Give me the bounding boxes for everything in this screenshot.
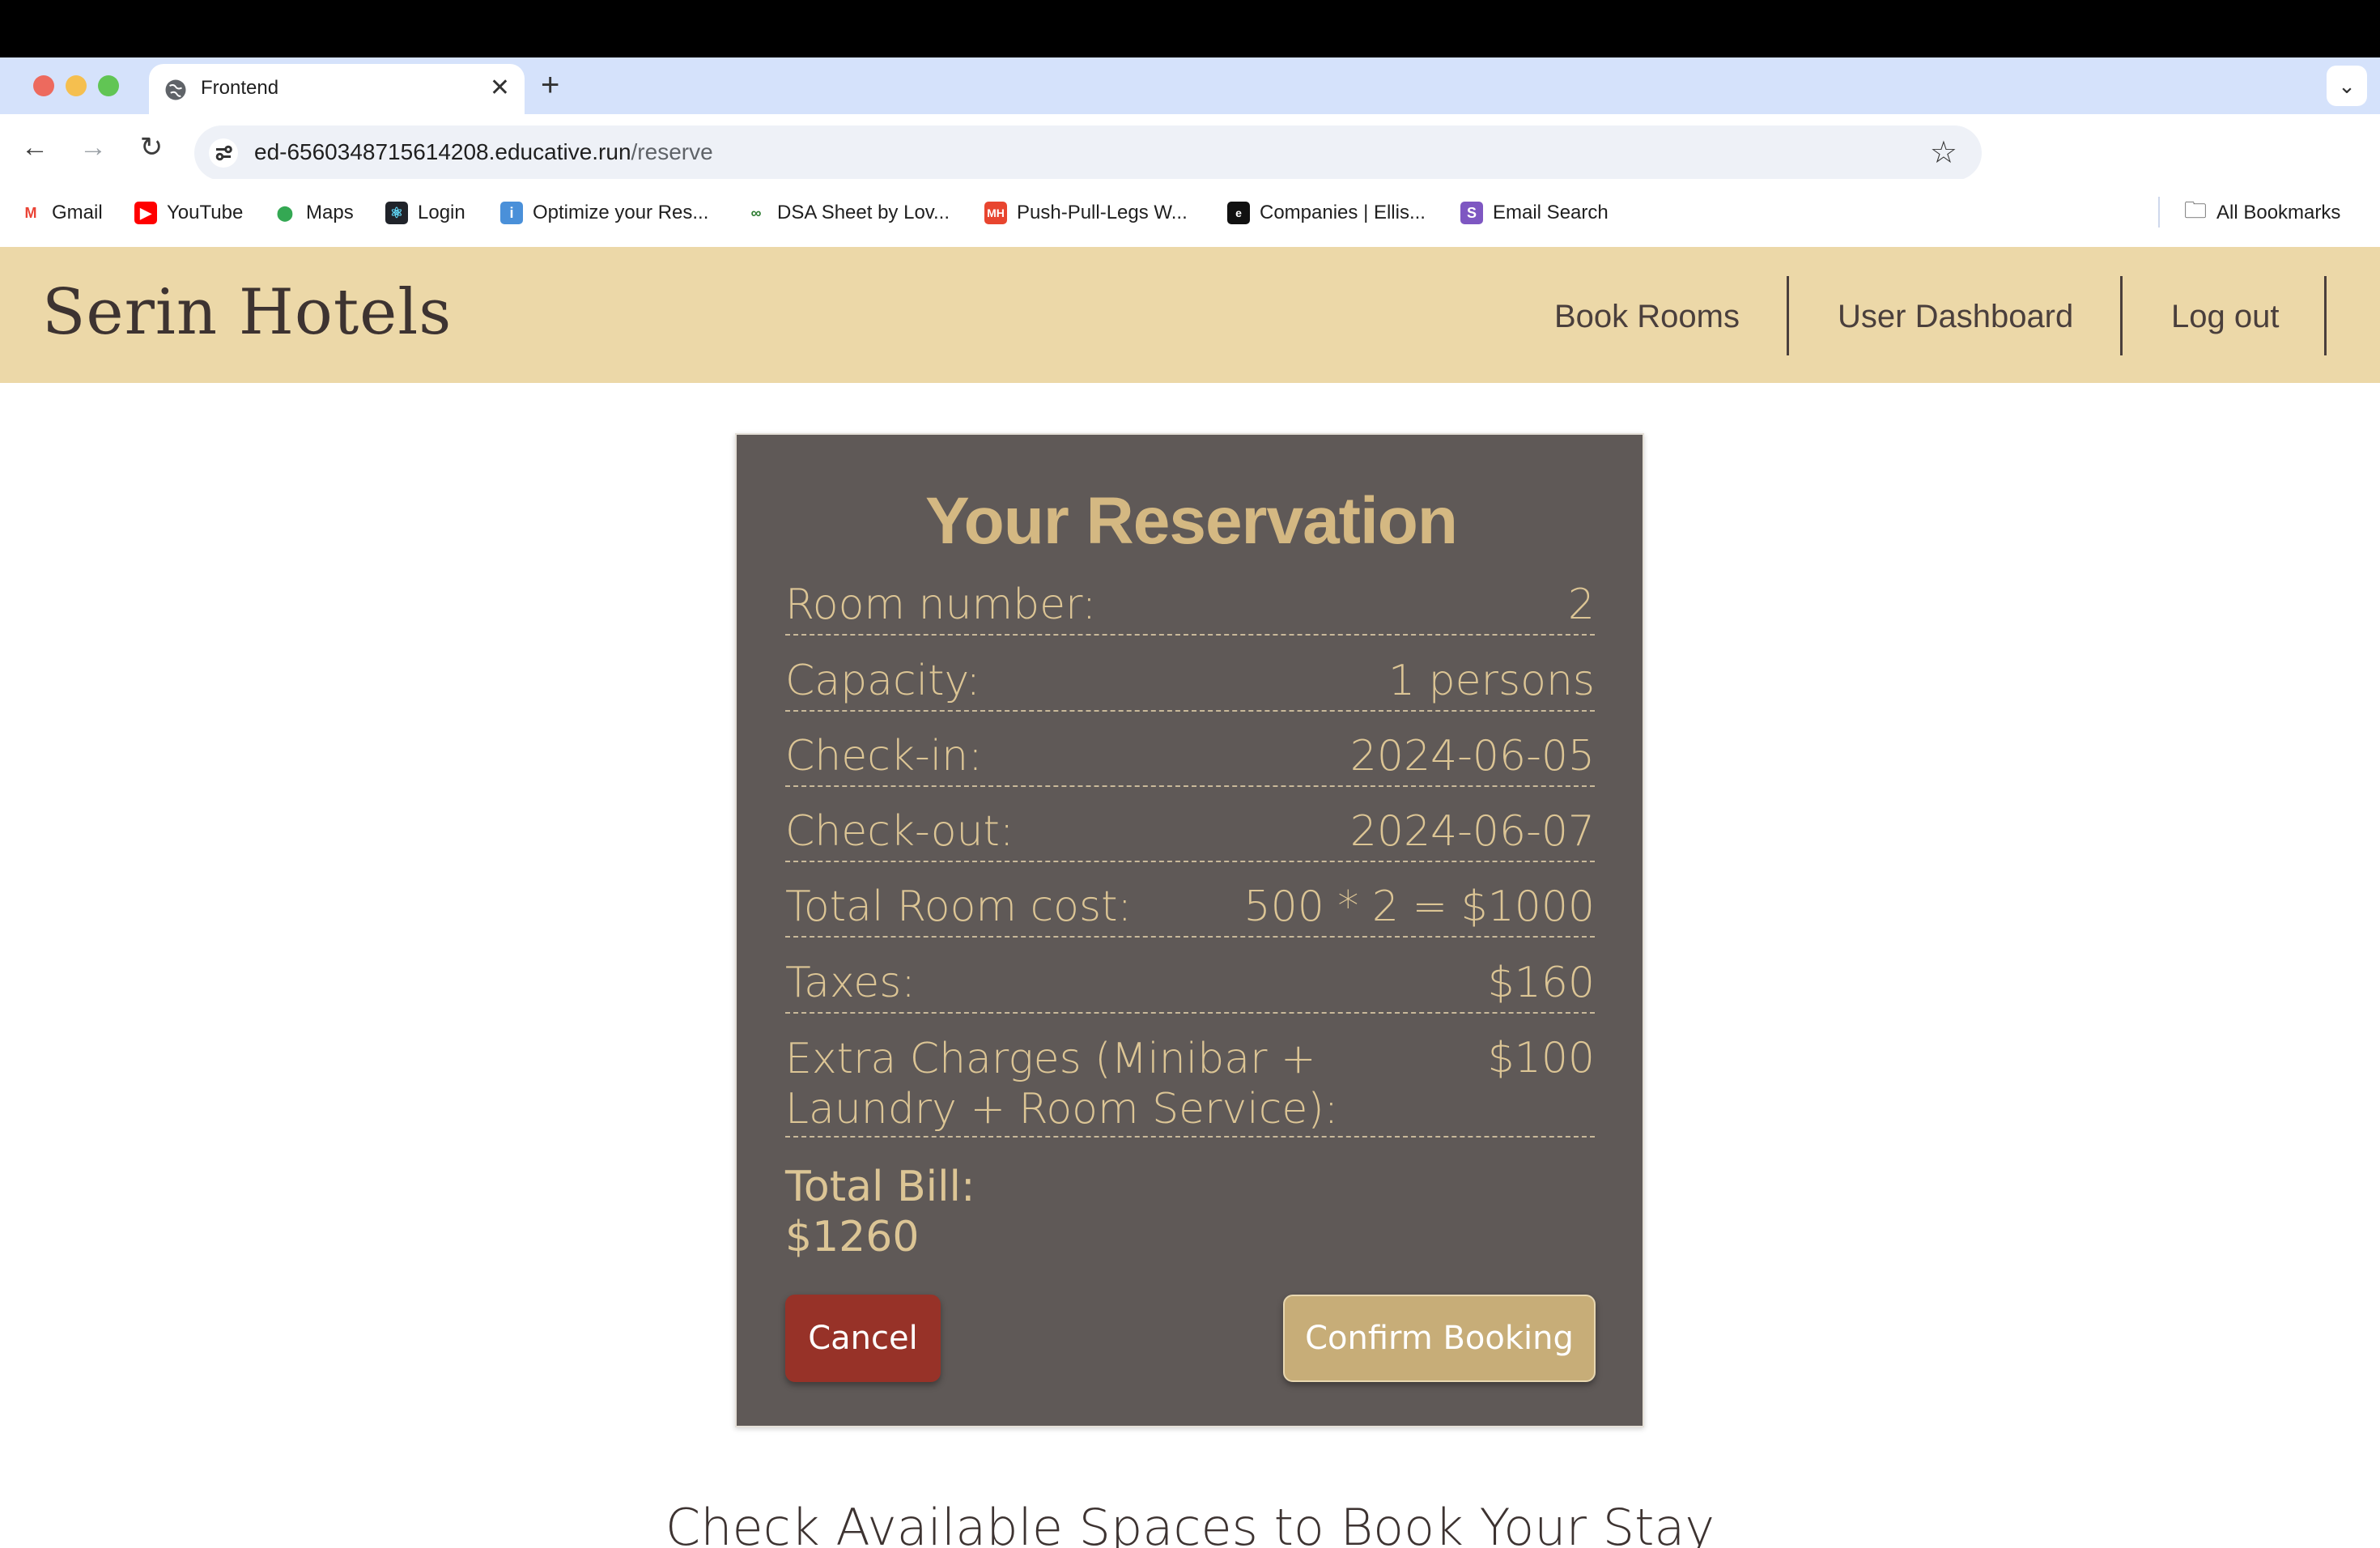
bookmark-label: Companies | Ellis... [1260,202,1426,223]
bookmark-label: Maps [306,202,354,223]
react-icon: ⚛ [385,202,408,224]
bookmark-label: YouTube [167,202,244,223]
row-value: 2024-06-07 [1349,807,1595,856]
all-bookmarks-label: All Bookmarks [2216,202,2341,223]
nav-divider [2120,276,2123,355]
gmail-icon: M [19,202,42,224]
bookmark-label: Login [418,202,465,223]
tab-search-icon[interactable]: ⌄ [2327,66,2367,106]
forward-icon[interactable]: → [74,129,112,166]
browser-chrome: Frontend ✕ + ⌄ ← → ↻ ed-6560348715614208… [0,57,2380,247]
row-value: $100 [1487,1034,1595,1082]
nav-log-out[interactable]: Log out [2171,299,2279,335]
back-icon[interactable]: ← [16,129,53,166]
site-header: Serin Hotels Book Rooms User Dashboard L… [0,247,2380,383]
nav-divider [2324,276,2327,355]
bookmark-youtube[interactable]: ▶ YouTube [134,198,243,228]
detail-row: Total Room cost: 500 * 2 = $1000 [785,882,1595,938]
globe-icon [165,79,186,100]
youtube-icon: ▶ [134,202,157,224]
reservation-title: Your Reservation [925,484,1458,558]
row-value: 2024-06-05 [1349,732,1595,780]
bookmark-star-icon[interactable]: ☆ [1930,135,1957,171]
bookmark-companies[interactable]: e Companies | Ellis... [1227,198,1426,228]
bookmarks-bar: M Gmail ▶ YouTube ⬤ Maps ⚛ Login i Optimize y… [0,179,2380,247]
tab-title: Frontend [201,77,279,99]
s-icon: S [1460,202,1483,224]
url-path: /reserve [631,139,713,164]
bookmark-login[interactable]: ⚛ Login [385,198,465,228]
bookmark-label: DSA Sheet by Lov... [777,202,950,223]
detail-row: Capacity: 1 persons [785,657,1595,712]
row-label: Capacity: [785,657,980,705]
bookmark-label: Push-Pull-Legs W... [1017,202,1188,223]
detail-row: Check-in: 2024-06-05 [785,732,1595,787]
address-bar[interactable]: ed-6560348715614208.educative.run/reserv… [194,125,1982,181]
tie-icon: i [500,202,523,224]
total-bill-value: $1260 [785,1213,920,1261]
row-value: 1 persons [1388,657,1595,705]
bookmark-maps[interactable]: ⬤ Maps [274,198,354,228]
screen: Frontend ✕ + ⌄ ← → ↻ ed-6560348715614208… [0,0,2380,1548]
site-info-icon[interactable] [209,138,238,168]
row-label: Taxes: [785,959,916,1007]
new-tab-icon[interactable]: + [541,67,559,103]
total-bill-label: Total Bill: [785,1163,975,1211]
url-text[interactable]: ed-6560348715614208.educative.run/reserv… [254,139,713,165]
bookmark-label: Gmail [52,202,103,223]
detail-row: Room number: 2 [785,580,1595,636]
maximize-window-button[interactable] [98,75,119,96]
ellis-icon: e [1227,202,1250,224]
detail-row: Taxes: $160 [785,959,1595,1014]
confirm-booking-button[interactable]: Confirm Booking [1283,1295,1596,1382]
reload-icon[interactable]: ↻ [133,129,170,166]
bookmarks-separator [2158,197,2160,228]
bookmark-gmail[interactable]: M Gmail [19,198,103,228]
row-value: 500 * 2 = $1000 [1243,882,1595,931]
folder-icon: 🗀 [2184,198,2208,223]
nav-divider [1787,276,1789,355]
reservation-card: Your Reservation Room number: 2 Capacity… [735,433,1644,1427]
close-tab-icon[interactable]: ✕ [490,74,510,103]
web-page: Serin Hotels Book Rooms User Dashboard L… [0,247,2380,1548]
infinity-icon: ∞ [745,202,767,224]
tab-strip: Frontend ✕ + ⌄ [0,57,2380,114]
bookmark-label: Email Search [1493,202,1609,223]
bookmark-dsa[interactable]: ∞ DSA Sheet by Lov... [745,198,950,228]
row-label: Check-out: [785,807,1014,856]
total-bill: Total Bill: $1260 [785,1162,1109,1262]
bookmark-email-search[interactable]: S Email Search [1460,198,1609,228]
mh-icon: MH [984,202,1007,224]
row-value: 2 [1567,580,1595,629]
brand-logo[interactable]: Serin Hotels [42,276,452,349]
row-label: Extra Charges (Minibar + Laundry + Room … [785,1035,1339,1133]
url-host: ed-6560348715614208.educative.run [254,139,631,164]
close-window-button[interactable] [33,75,54,96]
row-label: Total Room cost: [785,882,1132,931]
detail-row: Extra Charges (Minibar + Laundry + Room … [785,1034,1595,1138]
detail-row: Check-out: 2024-06-07 [785,807,1595,862]
row-label: Room number: [785,580,1097,629]
bookmark-ppl[interactable]: MH Push-Pull-Legs W... [984,198,1188,228]
cancel-button[interactable]: Cancel [785,1295,941,1382]
nav-book-rooms[interactable]: Book Rooms [1554,299,1740,335]
row-value: $160 [1487,959,1595,1007]
bookmark-label: Optimize your Res... [533,202,709,223]
maps-icon: ⬤ [274,202,296,224]
minimize-window-button[interactable] [66,75,87,96]
all-bookmarks[interactable]: 🗀 All Bookmarks [2184,198,2340,228]
tab-frontend[interactable]: Frontend ✕ [149,64,525,114]
nav-user-dashboard[interactable]: User Dashboard [1838,299,2073,335]
row-label: Check-in: [785,732,983,780]
availability-heading: Check Available Spaces to Book Your Stay [665,1498,1715,1548]
bookmark-optimize[interactable]: i Optimize your Res... [500,198,708,228]
